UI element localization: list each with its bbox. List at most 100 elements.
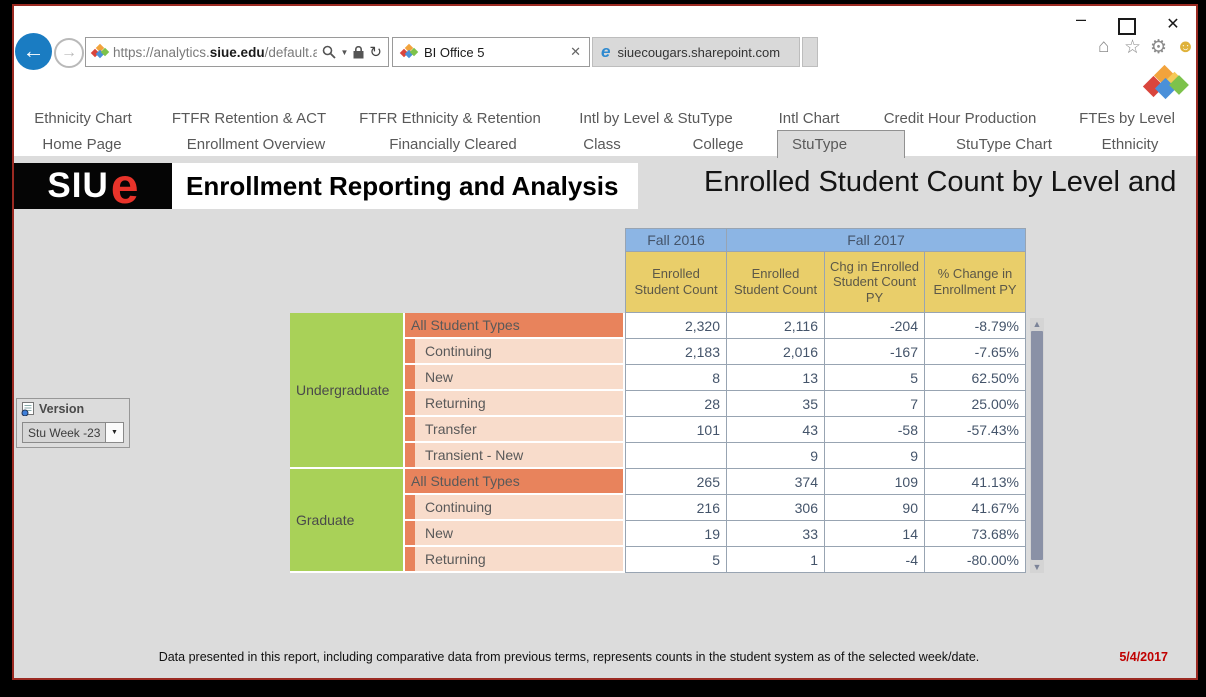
- home-icon[interactable]: ⌂: [1098, 36, 1109, 58]
- col-header-3-chg-in-enrolled-student-count-py: Chg in Enrolled Student Count PY: [825, 252, 925, 313]
- value-cell-graduate-all-student-types-col1: 265: [625, 469, 727, 495]
- nav-item-ethnicity[interactable]: Ethnicity: [1102, 136, 1159, 153]
- nav-item-home-page[interactable]: Home Page: [42, 136, 121, 153]
- close-tab-icon[interactable]: ✕: [570, 44, 581, 60]
- scroll-up-icon[interactable]: ▲: [1030, 318, 1044, 330]
- value-cell-undergraduate-continuing-col3: -167: [825, 339, 925, 365]
- value-cell-graduate-returning-col2: 1: [727, 547, 825, 573]
- close-button[interactable]: ✕: [1162, 14, 1184, 34]
- nav-item-ftfr-retention-act[interactable]: FTFR Retention & ACT: [172, 110, 326, 127]
- value-cell-undergraduate-returning-col3: 7: [825, 391, 925, 417]
- version-dropdown-arrow[interactable]: ▼: [105, 423, 123, 442]
- version-label: Version: [39, 402, 84, 416]
- value-cell-graduate-continuing-col4: 41.67%: [925, 495, 1026, 521]
- value-cell-undergraduate-transfer-col3: -58: [825, 417, 925, 443]
- enrollment-table: Fall 2016Fall 2017Enrolled Student Count…: [290, 228, 1026, 573]
- scrollbar-thumb[interactable]: [1031, 331, 1043, 560]
- nav-row-2: Home Page Enrollment Overview Financially …: [14, 136, 1196, 156]
- browser-chrome: ← → https://analytics.siue.edu/default.a…: [14, 6, 1196, 78]
- nav-item-class[interactable]: Class: [583, 136, 621, 153]
- value-cell-undergraduate-all-student-types-col1: 2,320: [625, 313, 727, 339]
- tab-sharepoint[interactable]: e siuecougars.sharepoint.com: [592, 37, 800, 67]
- value-cell-graduate-returning-col1: 5: [625, 547, 727, 573]
- banner-title: Enrollment Reporting and Analysis: [186, 171, 618, 202]
- nav-item-intl-by-level-stutype[interactable]: Intl by Level & StuType: [579, 110, 732, 127]
- scroll-down-icon[interactable]: ▼: [1030, 561, 1044, 573]
- value-cell-undergraduate-transient-new-col2: 9: [727, 443, 825, 469]
- value-cell-undergraduate-transfer-col2: 43: [727, 417, 825, 443]
- nav-item-ftes-by-level[interactable]: FTEs by Level: [1079, 110, 1175, 127]
- siue-logo-siu: SIU: [47, 166, 108, 206]
- value-cell-graduate-new-col3: 14: [825, 521, 925, 547]
- footer-date: 5/4/2017: [1119, 650, 1168, 664]
- nav-item-financially-cleared[interactable]: Financially Cleared: [389, 136, 517, 153]
- minimize-button[interactable]: –: [1070, 9, 1092, 30]
- siue-logo: SIUe: [14, 163, 172, 209]
- banner-title-strip: Enrollment Reporting and Analysis: [172, 163, 638, 209]
- value-cell-undergraduate-new-col1: 8: [625, 365, 727, 391]
- stutype-cell-graduate-all-student-types: All Student Types: [405, 469, 625, 495]
- pyramid-analytics-logo: [1145, 68, 1191, 102]
- search-icon[interactable]: [322, 45, 336, 59]
- nav-item-credit-hour-production[interactable]: Credit Hour Production: [884, 110, 1037, 127]
- nav-item-intl-chart[interactable]: Intl Chart: [779, 110, 840, 127]
- nav-item-stutype-chart[interactable]: StuType Chart: [956, 136, 1052, 153]
- nav-row-1: Ethnicity Chart FTFR Retention & ACT FTFR …: [14, 110, 1196, 130]
- chevron-down-icon[interactable]: ▼: [341, 48, 349, 57]
- level-cell-undergraduate: Undergraduate: [290, 313, 405, 469]
- col-header-2-enrolled-student-count: Enrolled Student Count: [727, 252, 825, 313]
- stutype-cell-undergraduate-transfer: Transfer: [405, 417, 625, 443]
- stutype-cell-undergraduate-new: New: [405, 365, 625, 391]
- value-cell-undergraduate-returning-col4: 25.00%: [925, 391, 1026, 417]
- value-cell-graduate-new-col2: 33: [727, 521, 825, 547]
- tab-title: BI Office 5: [424, 45, 484, 60]
- value-cell-undergraduate-continuing-col2: 2,016: [727, 339, 825, 365]
- table-corner-spacer: [290, 252, 625, 313]
- version-dropdown-value: Stu Week -23: [23, 426, 105, 440]
- settings-gear-icon[interactable]: ⚙: [1150, 36, 1167, 59]
- stutype-cell-graduate-returning: Returning: [405, 547, 625, 573]
- tab-bi-office-5[interactable]: BI Office 5 ✕: [392, 37, 590, 67]
- value-cell-undergraduate-new-col3: 5: [825, 365, 925, 391]
- new-tab-button[interactable]: [802, 37, 818, 67]
- nav-item-college[interactable]: College: [693, 136, 744, 153]
- value-cell-undergraduate-returning-col2: 35: [727, 391, 825, 417]
- value-cell-undergraduate-transfer-col4: -57.43%: [925, 417, 1026, 443]
- value-cell-undergraduate-new-col4: 62.50%: [925, 365, 1026, 391]
- smiley-feedback-icon[interactable]: ☻: [1176, 36, 1195, 57]
- refresh-icon[interactable]: ↻: [369, 43, 382, 61]
- forward-button[interactable]: →: [54, 38, 84, 68]
- value-cell-graduate-new-col4: 73.68%: [925, 521, 1026, 547]
- version-dropdown[interactable]: Stu Week -23 ▼: [22, 422, 124, 443]
- value-cell-graduate-returning-col4: -80.00%: [925, 547, 1026, 573]
- nav-item-ethnicity-chart[interactable]: Ethnicity Chart: [34, 110, 132, 127]
- stutype-cell-undergraduate-transient-new: Transient - New: [405, 443, 625, 469]
- value-cell-undergraduate-all-student-types-col2: 2,116: [727, 313, 825, 339]
- value-cell-undergraduate-continuing-col4: -7.65%: [925, 339, 1026, 365]
- maximize-button[interactable]: [1118, 18, 1136, 35]
- pyramid-favicon: [401, 45, 417, 59]
- nav-item-enrollment-overview[interactable]: Enrollment Overview: [187, 136, 325, 153]
- col-group-fall-2016: Fall 2016: [625, 228, 727, 252]
- favorites-star-icon[interactable]: ☆: [1124, 36, 1141, 59]
- table-corner-spacer: [290, 228, 625, 252]
- back-button[interactable]: ←: [15, 33, 52, 70]
- stutype-cell-graduate-new: New: [405, 521, 625, 547]
- stutype-cell-undergraduate-continuing: Continuing: [405, 339, 625, 365]
- siue-logo-e: e: [111, 166, 139, 206]
- col-header-4-change-in-enrollment-py: % Change in Enrollment PY: [925, 252, 1026, 313]
- value-cell-undergraduate-transient-new-col1: [625, 443, 727, 469]
- col-group-fall-2017: Fall 2017: [727, 228, 1026, 252]
- value-cell-undergraduate-new-col2: 13: [727, 365, 825, 391]
- vertical-scrollbar[interactable]: ▲ ▼: [1030, 318, 1044, 573]
- value-cell-undergraduate-returning-col1: 28: [625, 391, 727, 417]
- address-bar[interactable]: https://analytics.siue.edu/default.aspx …: [85, 37, 389, 67]
- footer-note: Data presented in this report, including…: [154, 650, 984, 664]
- value-cell-undergraduate-continuing-col1: 2,183: [625, 339, 727, 365]
- nav-item-ftfr-ethnicity-retention[interactable]: FTFR Ethnicity & Retention: [359, 110, 541, 127]
- level-cell-graduate: Graduate: [290, 469, 405, 573]
- value-cell-graduate-continuing-col3: 90: [825, 495, 925, 521]
- value-cell-graduate-all-student-types-col3: 109: [825, 469, 925, 495]
- value-cell-graduate-new-col1: 19: [625, 521, 727, 547]
- tab-stutype-selected[interactable]: StuType: [777, 130, 905, 158]
